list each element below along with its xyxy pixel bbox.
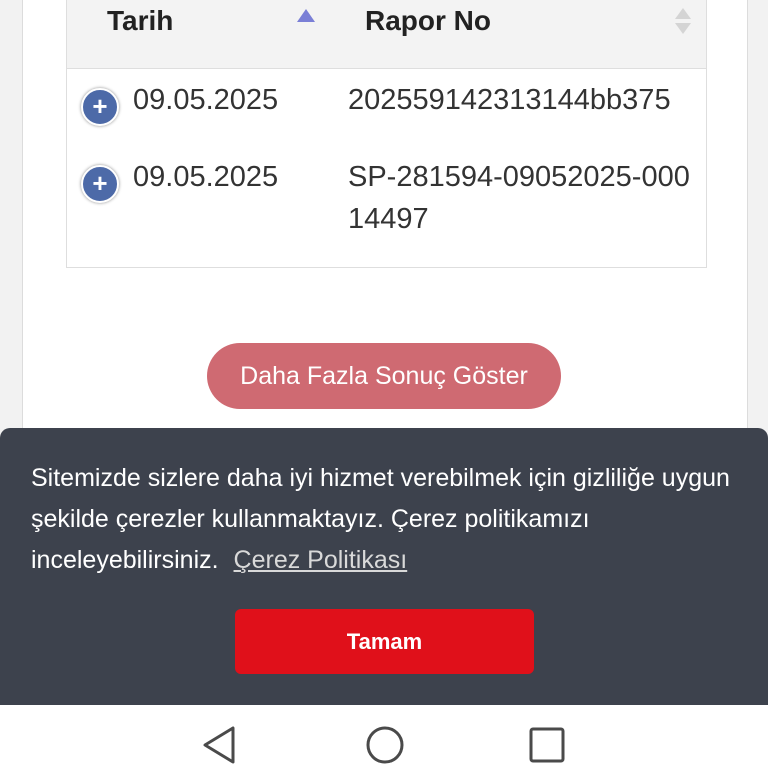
plus-circle-icon[interactable]: + [81, 88, 119, 126]
row-date: 09.05.2025 [133, 84, 279, 116]
cookie-banner: Sitemizde sizlere daha iyi hizmet verebi… [0, 428, 768, 705]
row-report-no: SP-281594-09052025-00014497 [348, 161, 690, 235]
sort-ascending-icon[interactable] [297, 9, 315, 22]
cookie-policy-link[interactable]: Çerez Politikası [234, 546, 408, 574]
row-date: 09.05.2025 [133, 161, 279, 193]
column-header-date[interactable]: Tarih [107, 5, 173, 37]
sort-both-icon[interactable] [675, 8, 691, 34]
accept-cookies-button[interactable]: Tamam [235, 609, 534, 674]
table-row: + 09.05.2025 SP-281594-09052025-00014497 [67, 161, 706, 262]
cookie-message: Sitemizde sizlere daha iyi hizmet verebi… [31, 458, 731, 581]
results-table: Tarih Rapor No + 09.05.2025 202559142313… [66, 0, 707, 268]
circle-home-icon[interactable] [365, 725, 405, 765]
square-recent-icon[interactable] [528, 725, 566, 765]
android-nav-bar [0, 705, 768, 768]
column-header-report-no[interactable]: Rapor No [365, 5, 491, 37]
table-header: Tarih Rapor No [67, 0, 706, 69]
triangle-back-icon[interactable] [201, 725, 237, 765]
plus-circle-icon[interactable]: + [81, 165, 119, 203]
table-row: + 09.05.2025 202559142313144bb375 [67, 84, 706, 155]
load-more-button[interactable]: Daha Fazla Sonuç Göster [207, 343, 561, 409]
row-report-no: 202559142313144bb375 [348, 84, 671, 116]
